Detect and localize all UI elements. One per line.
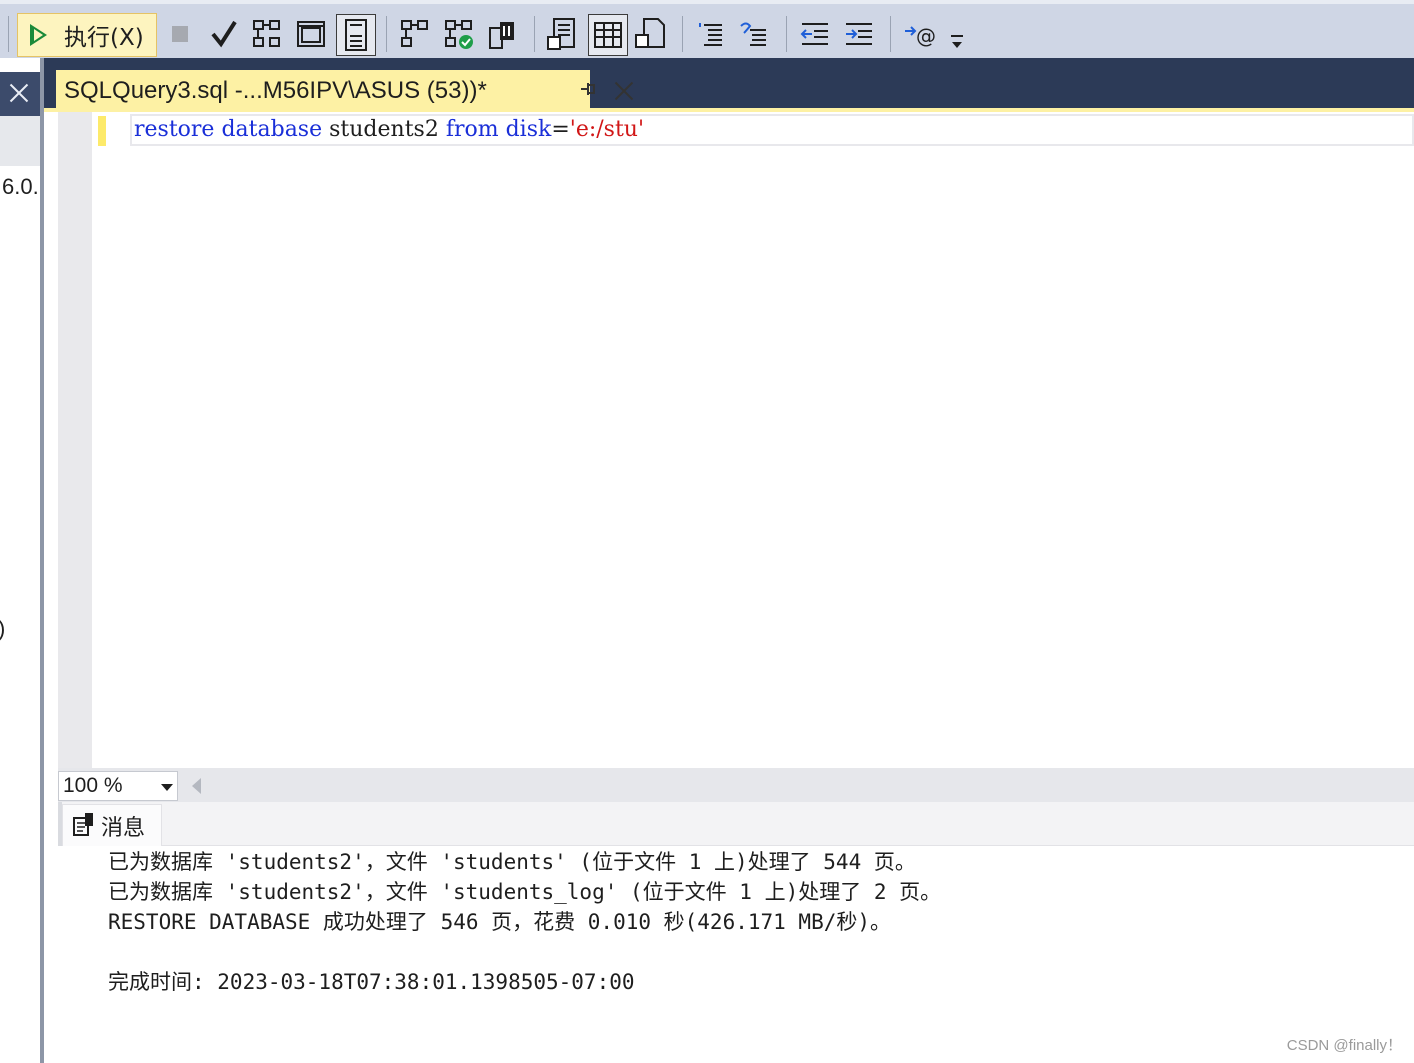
- watermark: CSDN @finally！: [1286, 1037, 1402, 1054]
- decrease-indent-icon[interactable]: [798, 18, 832, 50]
- object-explorer-strip: 6.0. ): [0, 58, 44, 1063]
- sql-editor-toolbar: 执行(X) @: [0, 0, 1414, 58]
- increase-indent-icon[interactable]: [842, 18, 876, 50]
- object-explorer-toolbar: [0, 116, 44, 166]
- messages-pane[interactable]: 已为数据库 'students2'，文件 'students' (位于文件 1 …: [58, 846, 1414, 1063]
- pin-icon[interactable]: [578, 79, 598, 103]
- results-to-file-icon[interactable]: [634, 18, 668, 50]
- message-line: 完成时间: 2023-03-18T07:38:01.1398505-07:00: [108, 970, 635, 994]
- unsaved-change-marker: [98, 116, 106, 146]
- toolbar-separator: [682, 16, 683, 52]
- server-version-fragment: 6.0.: [2, 174, 39, 199]
- tab-sqlquery3[interactable]: SQLQuery3.sql -...M56IPV\ASUS (53))*: [56, 70, 595, 112]
- code-line[interactable]: restore database students2 from disk='e:…: [134, 116, 644, 144]
- message-line: RESTORE DATABASE 成功处理了 546 页，花费 0.010 秒(…: [108, 910, 892, 934]
- uncomment-lines-icon[interactable]: [738, 18, 770, 50]
- scroll-left-icon[interactable]: [192, 778, 201, 794]
- code-token-keyword: restore: [134, 117, 215, 142]
- code-token-keyword: disk: [505, 117, 552, 142]
- query-editor[interactable]: restore database students2 from disk='e:…: [58, 112, 1414, 768]
- comment-lines-icon[interactable]: [696, 18, 726, 50]
- message-line: 已为数据库 'students2'，文件 'students_log' (位于文…: [108, 880, 942, 904]
- results-to-grid-icon[interactable]: [588, 14, 628, 56]
- code-token-plain: =: [551, 117, 570, 142]
- actual-plan-icon[interactable]: [442, 18, 476, 50]
- messages-tab-label: 消息: [101, 815, 146, 841]
- client-statistics-icon[interactable]: [486, 18, 520, 50]
- message-line: 已为数据库 'students2'，文件 'students' (位于文件 1 …: [108, 850, 916, 874]
- parse-checkmark-icon[interactable]: [208, 18, 240, 50]
- close-tab-icon[interactable]: [614, 81, 634, 101]
- code-token-plain: students2: [322, 117, 446, 142]
- tree-text-fragment: ): [0, 616, 5, 642]
- intellisense-toggle-icon[interactable]: [336, 14, 376, 56]
- specify-template-parameters-icon[interactable]: @: [902, 18, 938, 50]
- code-token-string: 'e:/stu': [569, 117, 645, 142]
- code-token-keyword: database: [221, 117, 323, 142]
- code-token-keyword: from: [445, 117, 499, 142]
- play-icon: [30, 24, 47, 46]
- results-tab-strip: 消息: [58, 802, 1414, 846]
- execute-label: 执行(X): [64, 25, 144, 51]
- stop-icon[interactable]: [170, 18, 190, 50]
- tab-title: SQLQuery3.sql -...M56IPV\ASUS (53))*: [64, 77, 487, 104]
- panel-splitter[interactable]: [40, 58, 44, 1063]
- toolbar-separator: [890, 16, 891, 52]
- estimated-plan-icon[interactable]: [398, 18, 432, 50]
- object-explorer-header: [0, 72, 44, 116]
- editor-gutter: [58, 112, 92, 768]
- toolbar-separator: [8, 16, 9, 52]
- tab-messages[interactable]: 消息: [62, 804, 162, 846]
- results-to-text-icon[interactable]: [546, 18, 580, 50]
- messages-icon: [71, 811, 97, 841]
- query-options-icon[interactable]: [294, 18, 328, 50]
- zoom-value: 100 %: [63, 774, 123, 797]
- overflow-dropdown-icon[interactable]: [950, 34, 964, 54]
- chevron-down-icon[interactable]: [161, 784, 173, 791]
- zoom-select[interactable]: 100 %: [58, 771, 178, 801]
- toolbar-separator: [386, 16, 387, 52]
- toolbar-separator: [786, 16, 787, 52]
- close-icon[interactable]: [8, 82, 30, 104]
- execute-button[interactable]: 执行(X): [17, 13, 157, 57]
- zoom-bar: 100 %: [58, 768, 1414, 802]
- svg-text:@: @: [916, 24, 936, 48]
- display-plan-icon[interactable]: [250, 18, 284, 50]
- toolbar-separator: [534, 16, 535, 52]
